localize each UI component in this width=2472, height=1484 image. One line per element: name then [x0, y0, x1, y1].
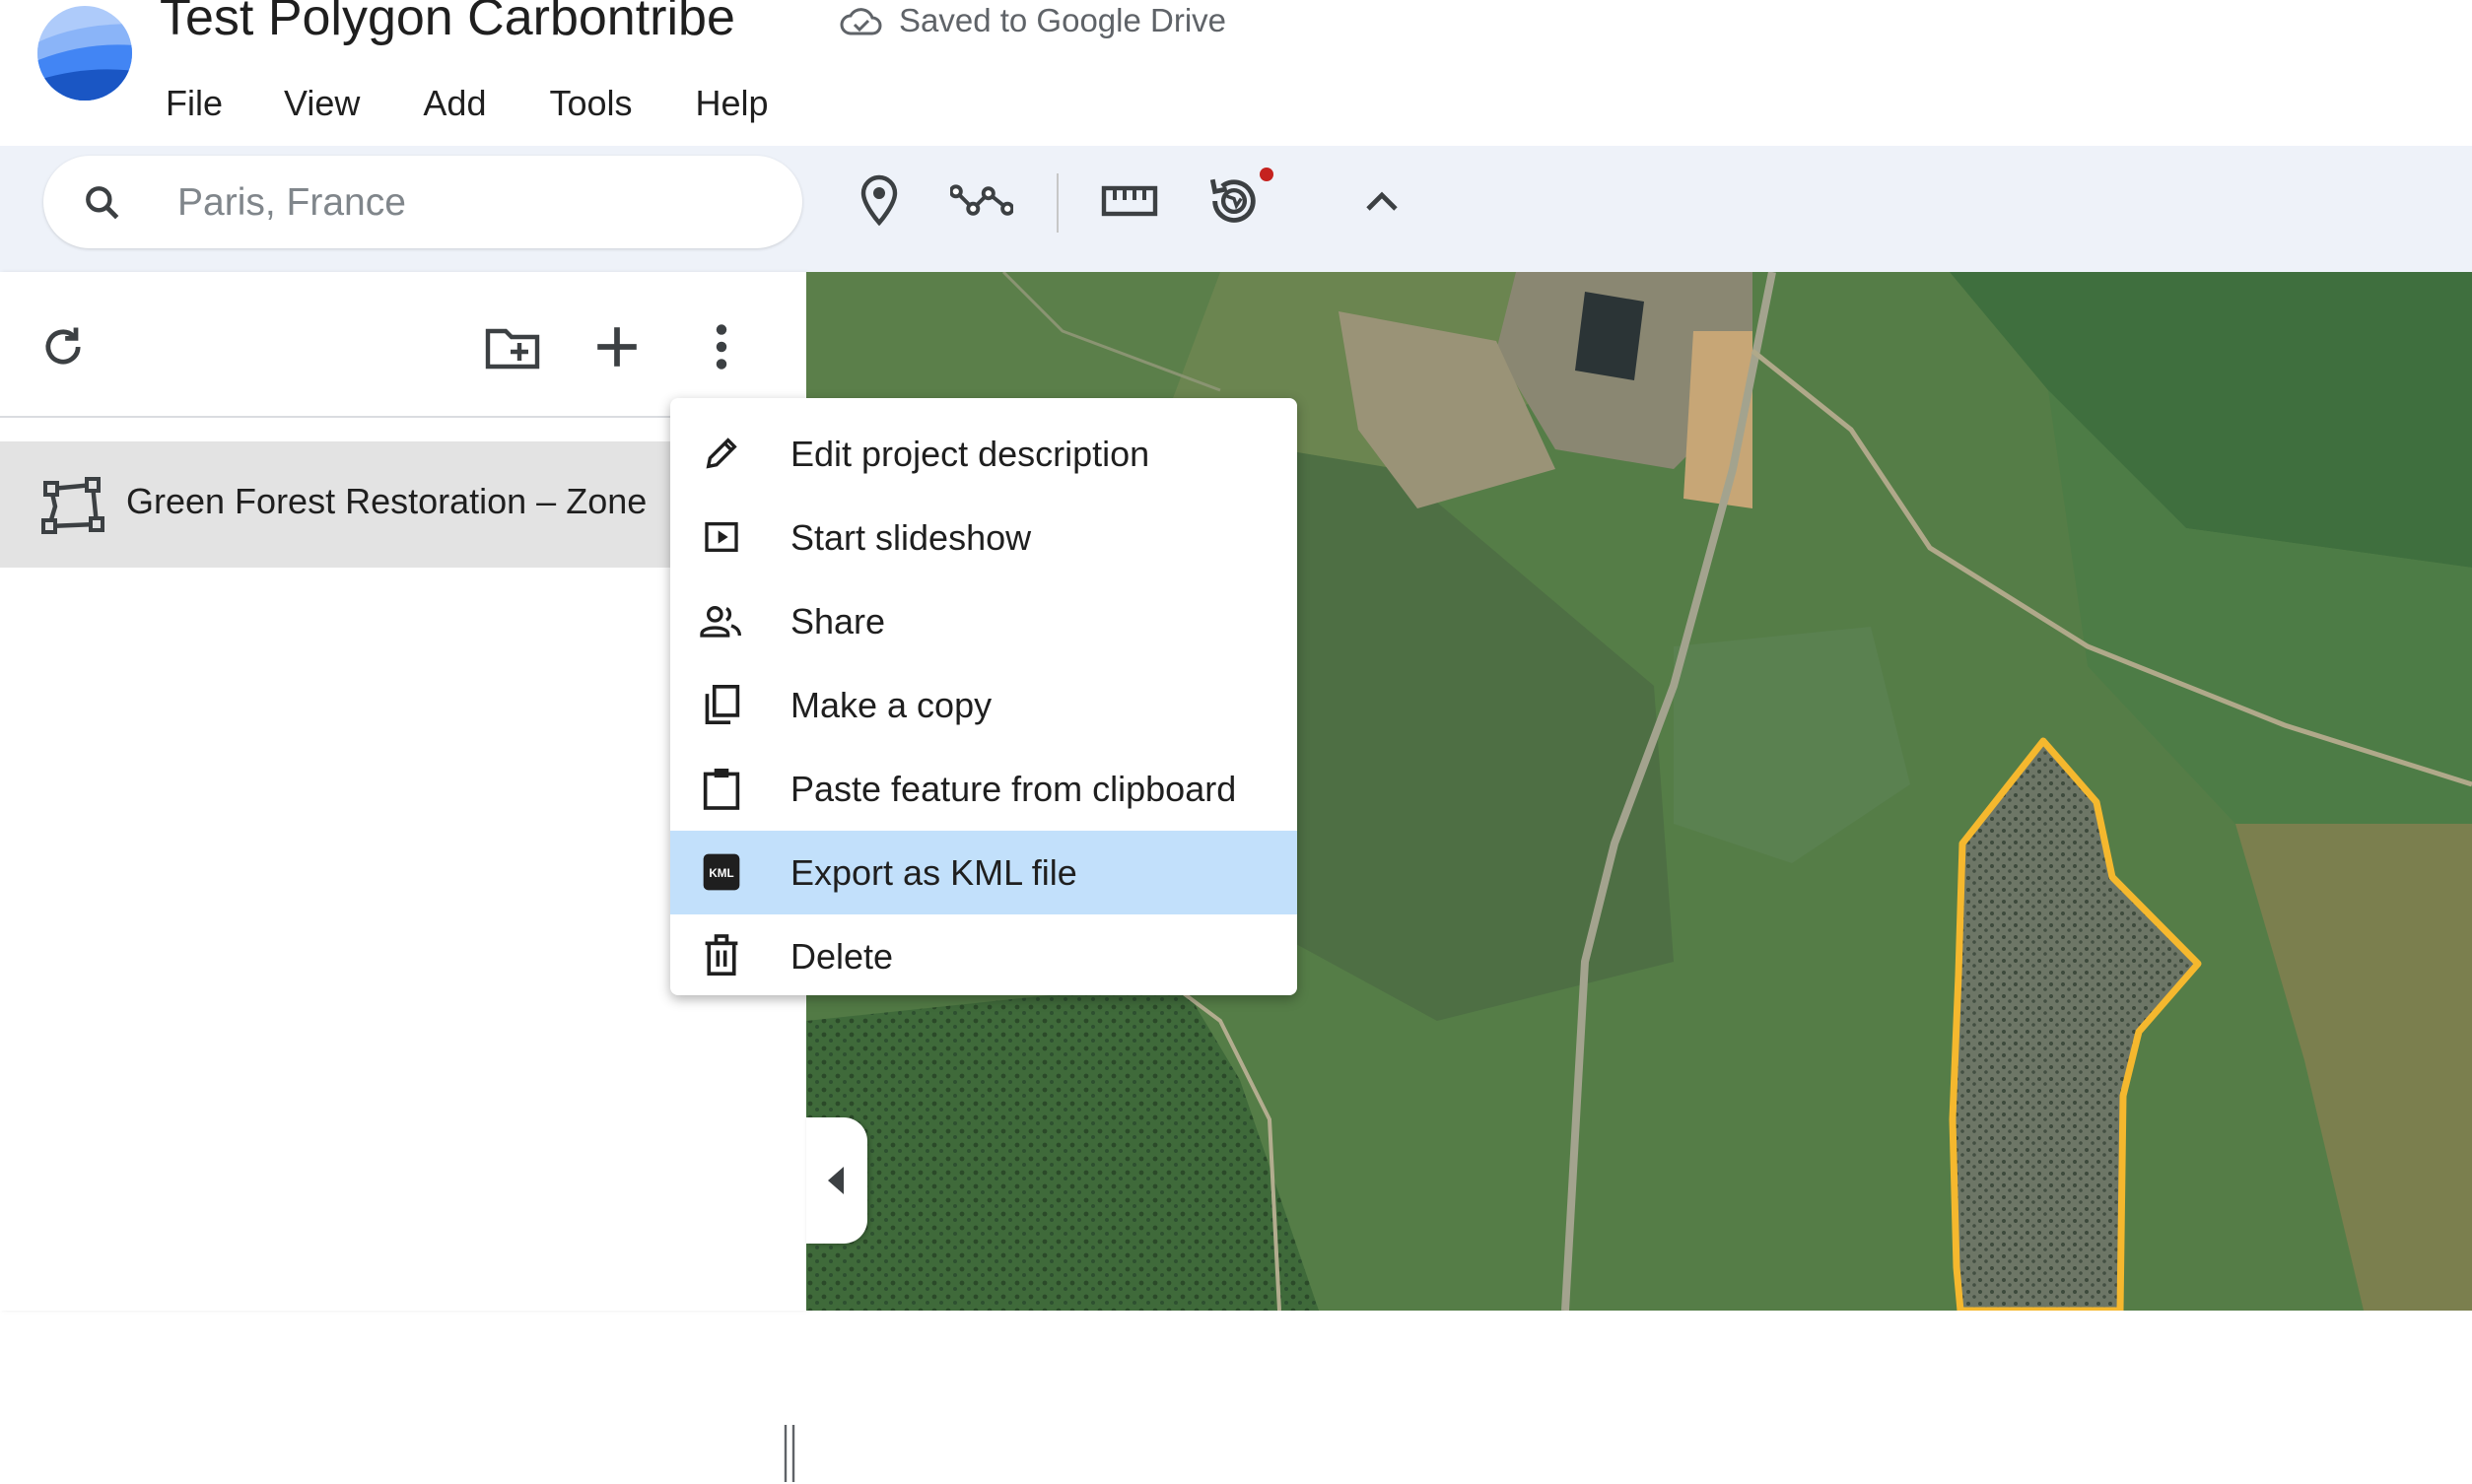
arrow-left-icon: [828, 1167, 844, 1194]
new-folder-icon: [485, 328, 540, 370]
add-icon: [597, 327, 637, 367]
menu-item-label: Edit project description: [790, 433, 1150, 474]
menu-bar: File View Add Tools Help: [166, 79, 769, 128]
chevron-up-icon: [1366, 191, 1398, 211]
more-vert-icon: [716, 324, 727, 370]
notification-dot: [1260, 168, 1273, 181]
menu-help[interactable]: Help: [696, 79, 769, 128]
menu-item-label: Start slideshow: [790, 516, 1032, 558]
people-icon: [700, 599, 743, 642]
menu-item-delete[interactable]: Delete: [670, 914, 1297, 998]
measure-icon: [1101, 185, 1158, 217]
search-box[interactable]: [43, 156, 802, 248]
app-header: Test Polygon Carbontribe Saved to Google…: [0, 0, 2472, 146]
menu-item-label: Share: [790, 600, 886, 641]
menu-tools[interactable]: Tools: [549, 79, 632, 128]
voyager-button[interactable]: [1202, 169, 1266, 233]
resize-handle-icon[interactable]: [783, 1423, 796, 1484]
menu-item-label: Make a copy: [790, 684, 993, 725]
draw-line-button[interactable]: [950, 169, 1013, 233]
menu-add[interactable]: Add: [423, 79, 486, 128]
measure-button[interactable]: [1098, 169, 1161, 233]
menu-view[interactable]: View: [284, 79, 360, 128]
toolbar-divider: [1057, 173, 1059, 233]
context-menu: Edit project description Start slideshow…: [670, 398, 1297, 995]
google-earth-logo[interactable]: [35, 4, 134, 102]
menu-item-label: Export as KML file: [790, 851, 1077, 893]
search-icon: [86, 186, 119, 220]
voyager-icon: [1209, 178, 1256, 223]
toolbar: [0, 146, 2472, 272]
menu-item-label: Delete: [790, 935, 894, 977]
search-input[interactable]: [175, 173, 771, 233]
menu-item-share[interactable]: Share: [670, 579, 1297, 663]
more-options-button[interactable]: [692, 317, 751, 376]
clipboard-icon: [700, 767, 743, 810]
add-button[interactable]: [587, 317, 647, 376]
refresh-button[interactable]: [34, 317, 93, 376]
polygon-icon: [41, 477, 104, 534]
refresh-icon: [45, 327, 81, 365]
svg-text:KML: KML: [709, 867, 733, 880]
menu-item-export-kml[interactable]: KML Export as KML file: [670, 831, 1297, 914]
menu-item-make-copy[interactable]: Make a copy: [670, 663, 1297, 747]
menu-item-edit-description[interactable]: Edit project description: [670, 412, 1297, 496]
draw-line-icon: [950, 184, 1013, 216]
slideshow-icon: [700, 515, 743, 559]
save-status: Saved to Google Drive: [840, 2, 1226, 39]
menu-item-start-slideshow[interactable]: Start slideshow: [670, 496, 1297, 579]
pencil-icon: [700, 432, 743, 475]
menu-file[interactable]: File: [166, 79, 223, 128]
project-title[interactable]: Test Polygon Carbontribe: [160, 0, 735, 49]
feature-label: Green Forest Restoration – Zone: [126, 481, 648, 521]
kml-icon: KML: [700, 850, 743, 894]
save-status-text: Saved to Google Drive: [899, 2, 1227, 38]
copy-icon: [700, 683, 743, 726]
collapse-sidebar-button[interactable]: [806, 1117, 867, 1244]
add-placemark-icon: [860, 174, 898, 227]
add-placemark-button[interactable]: [848, 169, 911, 233]
menu-item-paste-feature[interactable]: Paste feature from clipboard: [670, 747, 1297, 831]
cloud-done-icon: [840, 8, 882, 35]
trash-icon: [700, 934, 743, 978]
collapse-toolbar-button[interactable]: [1350, 169, 1413, 233]
new-folder-button[interactable]: [483, 317, 542, 376]
menu-item-label: Paste feature from clipboard: [790, 768, 1237, 809]
